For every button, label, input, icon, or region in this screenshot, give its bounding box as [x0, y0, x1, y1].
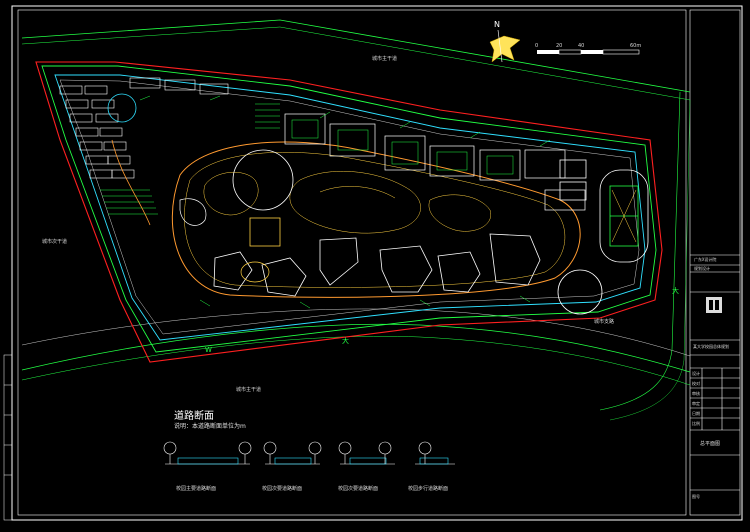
title-block-project: 某大学校园总体规划: [693, 344, 729, 349]
section-caption-2: 校园次要道路断面: [262, 486, 303, 492]
title-block-row-number: 图号: [692, 494, 700, 499]
left-margin-strip: [3, 354, 13, 521]
scale-tick-20: 20: [556, 43, 563, 49]
central-square-building: [249, 217, 281, 247]
scale-tick-60: 60m: [630, 43, 642, 49]
marker-da-2: 大: [672, 287, 679, 295]
inner-ring-road-edge: [59, 79, 640, 335]
cad-site-plan-drawing: [3, 5, 743, 521]
north-arrow-icon: [489, 29, 521, 63]
academic-buildings-north: [284, 113, 586, 211]
road-label-bottom: 城市主干道: [236, 387, 262, 393]
landscape-contours: [203, 171, 491, 234]
fan-building: [179, 198, 207, 226]
scale-tick-0: 0: [535, 43, 539, 49]
inner-ring-road-cyan: [54, 74, 646, 341]
title-block-row-design: 设计: [692, 371, 700, 376]
central-oval-loop: [171, 141, 581, 298]
road-label-top: 城市主干道: [372, 56, 398, 62]
title-block-row-review: 审核: [692, 391, 700, 396]
marker-da-1: 大: [342, 337, 349, 345]
annotation-ticks: [139, 95, 551, 309]
section-title: 道路断面: [174, 411, 214, 422]
inner-frame: [17, 9, 687, 516]
title-block-row-check: 校对: [692, 381, 700, 386]
left-ellipse-building: [240, 261, 270, 283]
road-label-right: 城市支路: [594, 319, 615, 325]
central-oval-inner: [184, 152, 566, 288]
scale-bar: [537, 49, 640, 55]
title-block-row-scale: 比例: [692, 421, 700, 426]
scale-tick-40: 40: [578, 43, 585, 49]
section-caption-3: 校园次要道路断面: [338, 486, 379, 492]
title-block-firm-1: 广东X设计院: [694, 257, 717, 262]
title-block-row-date: 日期: [692, 411, 700, 416]
site-boundary-red: [35, 61, 663, 363]
south-cluster-buildings: [213, 233, 541, 297]
road-section-1: [163, 441, 252, 465]
road-section-4: [415, 441, 455, 465]
road-section-diagrams: [163, 441, 455, 465]
title-block-row-approve: 审定: [692, 401, 700, 406]
south-circular-building: [557, 269, 603, 315]
firm-logo: [706, 297, 722, 313]
section-caption-1: 校园主要道路断面: [176, 486, 217, 492]
road-section-3: [338, 441, 395, 465]
section-note: 说明：本道路断面单位为m: [174, 423, 246, 430]
title-block-drawing-name: 总平面图: [700, 441, 721, 447]
north-label: N: [494, 20, 500, 29]
outer-frame: [11, 5, 743, 521]
road-section-2: [263, 441, 322, 465]
road-label-left: 城市次干道: [42, 239, 68, 245]
title-block-firm-2: 规划设计: [694, 266, 710, 271]
round-building: [232, 149, 294, 211]
dormitory-hatching: [100, 103, 280, 215]
outer-road-band: [21, 19, 691, 421]
section-caption-4: 校园步行道路断面: [408, 486, 449, 492]
marker-w: W: [205, 346, 212, 354]
curved-plaza-left: [111, 139, 151, 226]
